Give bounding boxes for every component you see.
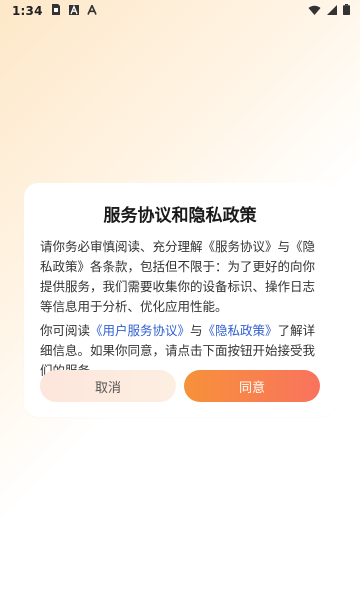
a-app-icon [68, 4, 79, 18]
battery-icon [343, 4, 350, 18]
status-time: 1:34 [12, 4, 43, 18]
privacy-consent-dialog: 服务协议和隐私政策 请你务必审慎阅读、充分理解《服务协议》与《隐私政策》各条款，… [24, 183, 336, 417]
agree-button[interactable]: 同意 [184, 370, 320, 402]
sim-notification-icon [51, 4, 61, 18]
status-right [308, 4, 350, 18]
cellular-signal-icon [327, 4, 337, 18]
paragraph2-mid: 与 [190, 323, 203, 338]
status-left: 1:34 [12, 3, 97, 18]
dialog-button-row: 取消 同意 [40, 370, 320, 402]
cancel-button[interactable]: 取消 [40, 370, 176, 402]
user-agreement-link[interactable]: 《用户服务协议》 [90, 323, 190, 338]
wifi-icon [308, 4, 321, 18]
a-app-icon-2 [86, 3, 97, 18]
paragraph2-prefix: 你可阅读 [40, 323, 91, 338]
dialog-paragraph-1: 请你务必审慎阅读、充分理解《服务协议》与《隐私政策》各条款，包括但不限于：为了更… [40, 239, 316, 314]
dialog-body: 请你务必审慎阅读、充分理解《服务协议》与《隐私政策》各条款，包括但不限于：为了更… [40, 237, 320, 381]
dialog-title: 服务协议和隐私政策 [103, 206, 257, 226]
status-bar: 1:34 [0, 0, 360, 22]
privacy-policy-link[interactable]: 《隐私政策》 [203, 323, 278, 338]
